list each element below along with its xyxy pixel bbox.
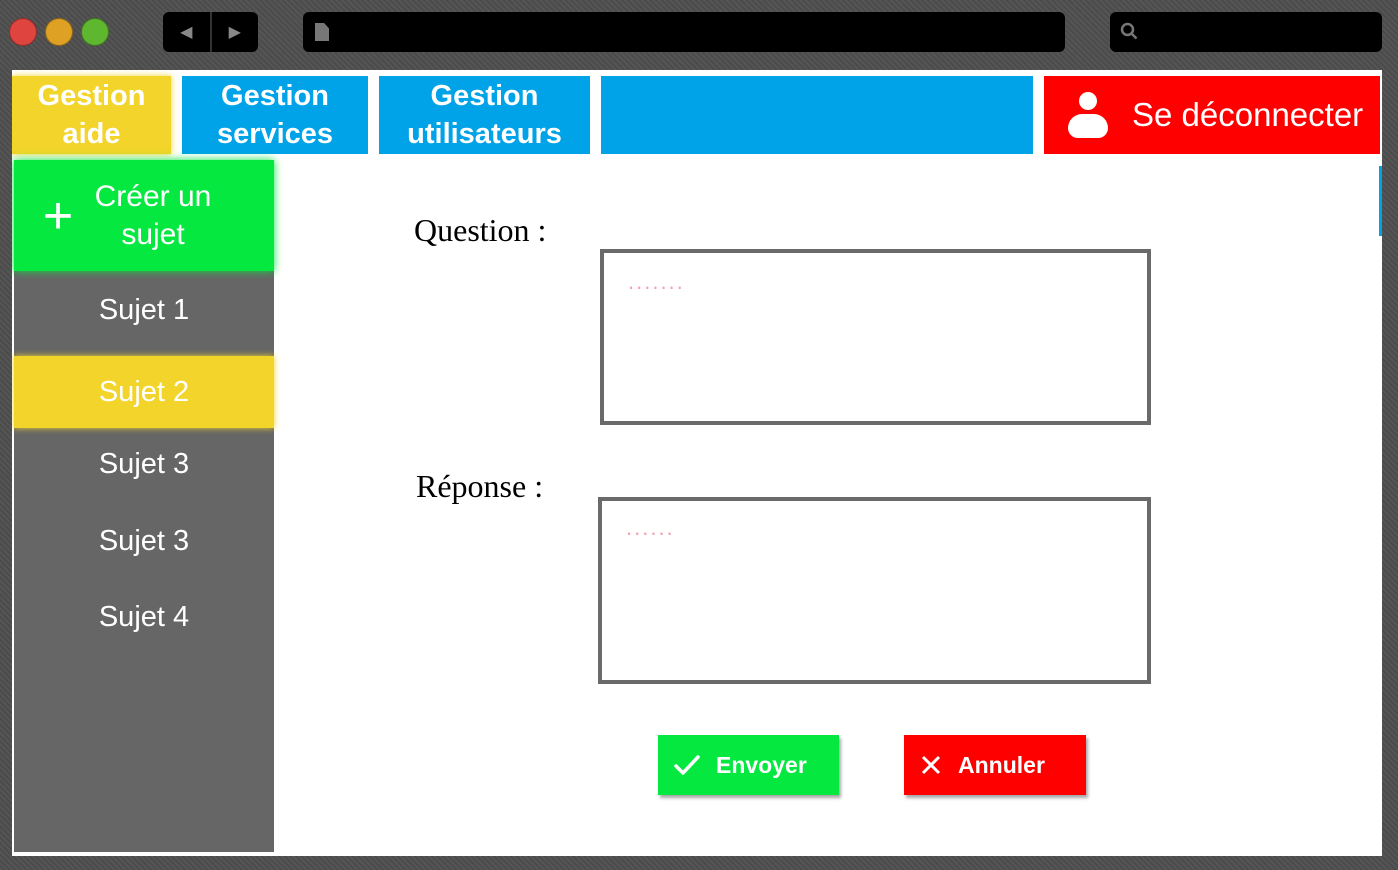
sidebar-item-label: Sujet 3 xyxy=(98,524,190,557)
address-bar[interactable] xyxy=(303,12,1065,52)
browser-window: ◀ ▶ Gestion aide Gestion services Gestio… xyxy=(0,0,1398,870)
create-subject-button[interactable]: + Créer un sujet xyxy=(14,160,274,271)
tab-gestion-services[interactable]: Gestion services xyxy=(182,76,368,154)
question-placeholder: ....... xyxy=(628,269,685,294)
tab-bar-filler xyxy=(601,76,1033,154)
question-textarea[interactable]: ....... xyxy=(600,249,1151,425)
sidebar-item-sujet-1[interactable]: Sujet 1 xyxy=(14,276,274,344)
plus-icon: + xyxy=(42,186,74,245)
tab-gestion-utilisateurs-label: Gestion utilisateurs xyxy=(407,80,562,150)
send-label: Envoyer xyxy=(716,751,807,778)
page-document-icon xyxy=(315,23,329,41)
sidebar-item-label: Sujet 1 xyxy=(98,293,190,326)
minimize-window-button[interactable] xyxy=(45,18,73,46)
answer-label: Réponse : xyxy=(416,468,544,504)
create-subject-label: Créer un sujet xyxy=(94,179,212,251)
browser-search-bar[interactable] xyxy=(1110,12,1382,52)
question-label: Question : xyxy=(414,212,547,248)
sidebar: + Créer un sujet Sujet 1 Sujet 2 Sujet 3… xyxy=(14,160,274,852)
tab-gestion-aide-label: Gestion aide xyxy=(37,80,146,150)
back-arrow-icon[interactable]: ◀ xyxy=(163,12,212,52)
maximize-window-button[interactable] xyxy=(81,18,109,46)
sidebar-item-sujet-2[interactable]: Sujet 2 xyxy=(14,356,274,428)
sidebar-item-sujet-4[interactable]: Sujet 4 xyxy=(14,583,274,651)
close-window-button[interactable] xyxy=(9,18,37,46)
logout-label: Se déconnecter xyxy=(1132,96,1364,133)
tab-gestion-aide[interactable]: Gestion aide xyxy=(12,76,171,154)
close-icon xyxy=(921,755,941,775)
scroll-accent xyxy=(1379,166,1382,236)
send-button[interactable]: Envoyer xyxy=(658,735,839,795)
navigation-buttons: ◀ ▶ xyxy=(163,12,258,52)
logout-button[interactable]: Se déconnecter xyxy=(1044,76,1380,154)
search-icon xyxy=(1120,22,1138,40)
sidebar-item-label: Sujet 2 xyxy=(98,375,190,408)
answer-textarea[interactable]: ...... xyxy=(598,497,1151,684)
sidebar-item-label: Sujet 3 xyxy=(98,447,190,480)
forward-arrow-icon[interactable]: ▶ xyxy=(212,12,259,52)
sidebar-item-sujet-3[interactable]: Sujet 3 xyxy=(14,430,274,498)
app-page: Gestion aide Gestion services Gestion ut… xyxy=(12,70,1382,856)
checkmark-icon xyxy=(674,755,700,775)
cancel-button[interactable]: Annuler xyxy=(904,735,1086,795)
user-icon xyxy=(1068,92,1108,138)
tab-gestion-utilisateurs[interactable]: Gestion utilisateurs xyxy=(379,76,590,154)
sidebar-item-label: Sujet 4 xyxy=(98,600,190,633)
cancel-label: Annuler xyxy=(958,751,1045,778)
tab-gestion-services-label: Gestion services xyxy=(216,80,334,150)
answer-placeholder: ...... xyxy=(626,515,675,540)
sidebar-item-sujet-3b[interactable]: Sujet 3 xyxy=(14,507,274,575)
